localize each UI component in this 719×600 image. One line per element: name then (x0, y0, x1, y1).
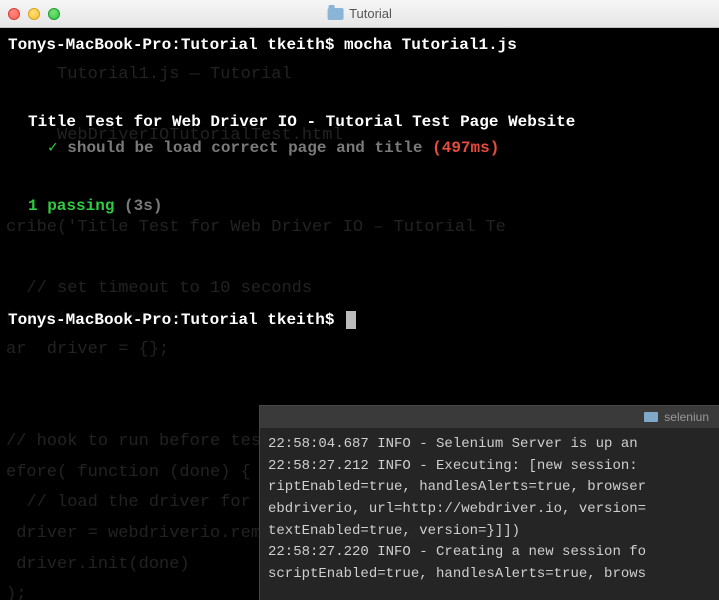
test-result-line: ✓ should be load correct page and title … (28, 136, 719, 162)
summary-time: (3s) (114, 197, 162, 215)
prompt-command: mocha Tutorial1.js (334, 36, 516, 54)
prompt-prefix: Tonys-MacBook-Pro:Tutorial tkeith$ (8, 36, 334, 54)
maximize-icon[interactable] (48, 8, 60, 20)
test-output: Title Test for Web Driver IO - Tutorial … (0, 62, 719, 161)
window-title: Tutorial (327, 6, 392, 21)
window-title-text: Tutorial (349, 6, 392, 21)
traffic-lights (8, 8, 60, 20)
test-summary: 1 passing (3s) (0, 161, 719, 215)
test-duration: (497ms) (432, 139, 499, 157)
suite-title: Title Test for Web Driver IO - Tutorial … (28, 110, 719, 136)
prompt-prefix: Tonys-MacBook-Pro:Tutorial tkeith$ (8, 311, 344, 329)
prompt-line-2[interactable]: Tonys-MacBook-Pro:Tutorial tkeith$ (0, 303, 719, 337)
folder-icon (644, 412, 658, 422)
cursor-icon (346, 311, 356, 329)
prompt-line-1: Tonys-MacBook-Pro:Tutorial tkeith$ mocha… (0, 28, 719, 62)
overlay-titlebar: seleniun (260, 406, 719, 428)
checkmark-icon: ✓ (48, 139, 58, 157)
terminal[interactable]: Tutorial1.js — Tutorial WebDriverIOTutor… (0, 28, 719, 600)
selenium-log-output: 22:58:04.687 INFO - Selenium Server is u… (260, 428, 719, 592)
overlay-title-text: seleniun (664, 410, 709, 424)
folder-icon (327, 8, 343, 20)
close-icon[interactable] (8, 8, 20, 20)
window-titlebar: Tutorial (0, 0, 719, 28)
test-name: should be load correct page and title (58, 139, 432, 157)
minimize-icon[interactable] (28, 8, 40, 20)
selenium-log-window: seleniun 22:58:04.687 INFO - Selenium Se… (259, 405, 719, 600)
passing-count: 1 passing (28, 197, 114, 215)
